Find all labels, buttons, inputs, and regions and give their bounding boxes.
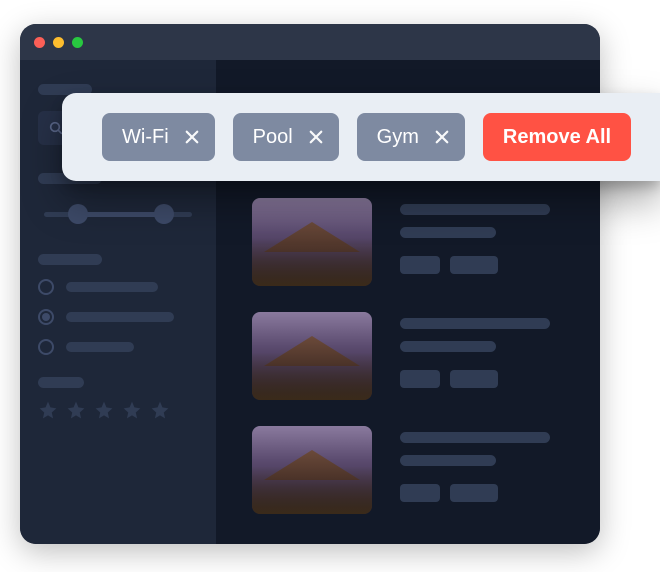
result-item[interactable] [252,312,576,400]
price-range-slider[interactable] [38,198,198,230]
active-filters-bar: Wi-Fi Pool Gym Remove All [62,93,660,181]
star-rating-filter[interactable] [38,400,198,420]
result-item[interactable] [252,426,576,514]
chip-label: Wi-Fi [122,126,169,149]
minimize-window-button[interactable] [53,37,64,48]
radio-label [66,282,158,292]
result-tags [400,370,576,388]
remove-chip-icon[interactable] [183,128,201,146]
radio-icon [38,339,54,355]
slider-fill [76,212,162,217]
result-subtitle [400,227,496,238]
radio-label [66,342,134,352]
close-window-button[interactable] [34,37,45,48]
star-icon[interactable] [150,400,170,420]
filter-chip-pool[interactable]: Pool [233,113,339,161]
result-subtitle [400,341,496,352]
radio-label [66,312,174,322]
star-icon[interactable] [122,400,142,420]
result-title [400,204,550,215]
result-info [400,426,576,514]
result-tag [450,484,498,502]
result-title [400,432,550,443]
star-icon[interactable] [94,400,114,420]
result-thumbnail [252,426,372,514]
result-tag [450,256,498,274]
result-info [400,312,576,400]
slider-handle-min[interactable] [68,204,88,224]
rating-heading [38,377,84,388]
maximize-window-button[interactable] [72,37,83,48]
chip-label: Gym [377,126,419,149]
result-info [400,198,576,286]
star-icon[interactable] [38,400,58,420]
result-tag [400,370,440,388]
result-item[interactable] [252,198,576,286]
filter-chip-gym[interactable]: Gym [357,113,465,161]
result-thumbnail [252,312,372,400]
result-tag [400,484,440,502]
result-title [400,318,550,329]
window-titlebar [20,24,600,60]
result-tags [400,484,576,502]
remove-all-label: Remove All [503,126,611,149]
radio-icon [38,309,54,325]
slider-handle-max[interactable] [154,204,174,224]
radio-option-1[interactable] [38,279,198,295]
result-tag [450,370,498,388]
options-radio-group [38,279,198,355]
star-icon[interactable] [66,400,86,420]
radio-icon [38,279,54,295]
remove-chip-icon[interactable] [433,128,451,146]
result-thumbnail [252,198,372,286]
radio-option-2[interactable] [38,309,198,325]
remove-chip-icon[interactable] [307,128,325,146]
radio-option-3[interactable] [38,339,198,355]
result-tag [400,256,440,274]
filter-chip-wifi[interactable]: Wi-Fi [102,113,215,161]
options-heading [38,254,102,265]
remove-all-button[interactable]: Remove All [483,113,631,161]
result-subtitle [400,455,496,466]
result-tags [400,256,576,274]
chip-label: Pool [253,126,293,149]
